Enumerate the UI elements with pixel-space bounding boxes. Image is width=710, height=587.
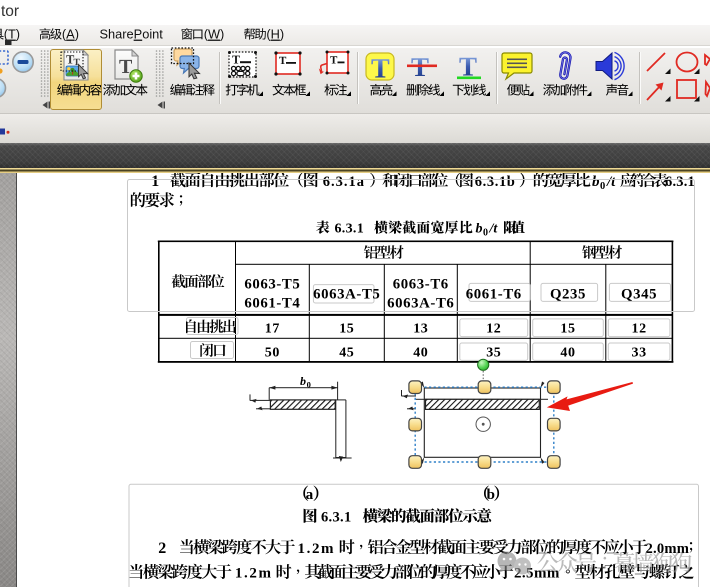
svg-text:Q235: Q235 — [550, 286, 586, 302]
svg-text:1.2m: 1.2m — [235, 566, 273, 582]
svg-text:6.3.1: 6.3.1 — [335, 221, 365, 236]
svg-text:6.3.1a: 6.3.1a — [323, 174, 365, 190]
svg-text:1: 1 — [151, 173, 159, 190]
svg-text:b: b — [592, 174, 600, 190]
svg-text:0: 0 — [483, 227, 488, 238]
svg-text:0: 0 — [600, 181, 605, 192]
svg-text:1.2m: 1.2m — [298, 541, 336, 557]
svg-text:(T): (T) — [4, 27, 20, 42]
svg-text:tor: tor — [1, 3, 19, 20]
svg-text:40: 40 — [560, 345, 575, 360]
svg-text:35: 35 — [486, 345, 501, 360]
svg-text:(A): (A) — [62, 27, 79, 42]
svg-text:SharePoint: SharePoint — [100, 27, 164, 42]
svg-text:/t: /t — [489, 221, 499, 236]
svg-text:2.0mm: 2.0mm — [646, 541, 690, 557]
svg-text:50: 50 — [265, 345, 280, 360]
svg-text:15: 15 — [560, 321, 575, 336]
svg-text:6061-T6: 6061-T6 — [466, 286, 522, 302]
svg-text:(W): (W) — [204, 27, 225, 42]
svg-text:17: 17 — [265, 321, 280, 336]
svg-text:b: b — [487, 486, 495, 503]
svg-text:Q345: Q345 — [621, 286, 657, 302]
svg-text:6.3.1: 6.3.1 — [321, 509, 352, 525]
svg-text:6.3.1b: 6.3.1b — [475, 174, 516, 190]
svg-text:40: 40 — [413, 345, 428, 360]
svg-text:6063A-T5: 6063A-T5 — [313, 286, 380, 302]
svg-text:13: 13 — [413, 321, 428, 336]
svg-text:6063A-T6: 6063A-T6 — [387, 295, 454, 311]
svg-text:6.3.1: 6.3.1 — [665, 174, 695, 190]
svg-text:(H): (H) — [266, 27, 284, 42]
svg-text:a: a — [306, 486, 314, 503]
svg-text:45: 45 — [339, 345, 354, 360]
svg-text:/t: /t — [606, 174, 616, 190]
svg-text:6061-T4: 6061-T4 — [244, 295, 300, 311]
svg-text:33: 33 — [631, 345, 646, 360]
svg-text:6063-T6: 6063-T6 — [393, 276, 449, 292]
svg-text:12: 12 — [486, 321, 501, 336]
svg-text:2: 2 — [158, 540, 166, 557]
svg-text:b: b — [300, 374, 306, 388]
svg-text:12: 12 — [631, 321, 646, 336]
svg-text:b: b — [476, 221, 483, 236]
svg-text:15: 15 — [339, 321, 354, 336]
svg-text:6063-T5: 6063-T5 — [244, 276, 300, 292]
